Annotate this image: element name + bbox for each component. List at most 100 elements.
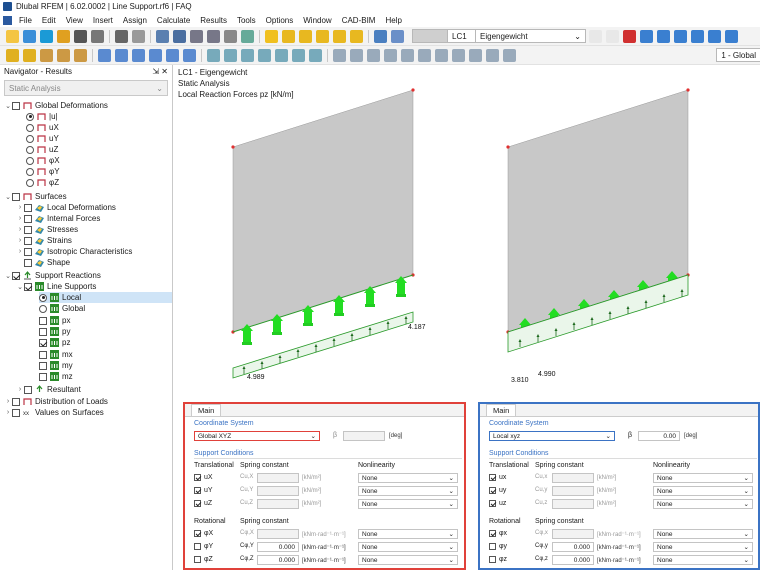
tree-line-supports[interactable]: ⌄ Line Supports xyxy=(16,281,96,292)
checkbox[interactable] xyxy=(24,236,32,245)
radio[interactable] xyxy=(26,178,34,187)
tab-main[interactable]: Main xyxy=(191,404,222,416)
mesh-icon[interactable] xyxy=(183,48,196,62)
phix-checkbox[interactable] xyxy=(489,530,496,537)
collapse-icon[interactable]: ⌄ xyxy=(16,283,24,291)
values-icon[interactable] xyxy=(674,29,687,43)
next-icon[interactable] xyxy=(606,29,619,43)
tree-shape[interactable]: Shape xyxy=(16,257,70,268)
radio[interactable] xyxy=(26,112,34,121)
lc-id[interactable]: LC1 xyxy=(448,29,476,43)
tree-u[interactable]: |u| xyxy=(26,111,58,122)
uz-nonlinearity-select[interactable]: None ⌄ xyxy=(653,499,753,509)
section-icon[interactable] xyxy=(708,29,721,43)
ux-checkbox[interactable] xyxy=(194,474,201,481)
expand-icon[interactable]: › xyxy=(16,248,24,255)
workplane-icon[interactable] xyxy=(384,48,397,62)
checkbox[interactable] xyxy=(12,397,20,406)
tree-distribution[interactable]: › Distribution of Loads xyxy=(4,396,108,407)
combinations-icon[interactable] xyxy=(391,29,404,43)
clipping-icon[interactable] xyxy=(401,48,414,62)
uy-nonlinearity-select[interactable]: None ⌄ xyxy=(653,486,753,496)
previous-icon[interactable] xyxy=(589,29,602,43)
phiz-checkbox[interactable] xyxy=(489,556,496,563)
uz-checkbox[interactable] xyxy=(194,500,201,507)
guide-icon[interactable] xyxy=(350,29,363,43)
tree-internal-forces[interactable]: › Internal Forces xyxy=(16,213,100,224)
ux-nonlinearity-select[interactable]: None ⌄ xyxy=(653,473,753,483)
phiy-nonlinearity-select[interactable]: None ⌄ xyxy=(653,542,753,552)
results-display-icon[interactable] xyxy=(657,29,670,43)
load-icon[interactable] xyxy=(149,48,162,62)
pin-icon[interactable]: ⇲ xyxy=(152,67,159,76)
radio[interactable] xyxy=(26,145,34,154)
phiz-nonlinearity-select[interactable]: None ⌄ xyxy=(358,555,458,565)
menu-insert[interactable]: Insert xyxy=(88,16,118,25)
checkbox[interactable] xyxy=(39,361,47,370)
expand-icon[interactable]: › xyxy=(16,215,24,222)
tree-mz[interactable]: mz xyxy=(39,371,73,382)
checkbox[interactable] xyxy=(39,372,47,381)
view-z-icon[interactable] xyxy=(241,48,254,62)
tree-surfaces[interactable]: ⌄ Surfaces xyxy=(4,191,67,202)
radio[interactable] xyxy=(26,134,34,143)
menu-view[interactable]: View xyxy=(61,16,88,25)
grid-icon[interactable] xyxy=(333,48,346,62)
checkbox[interactable] xyxy=(39,316,47,325)
tree-global-deformations[interactable]: ⌄ Global Deformations xyxy=(4,100,108,111)
uz-checkbox[interactable] xyxy=(489,500,496,507)
radio[interactable] xyxy=(26,167,34,176)
print-icon[interactable] xyxy=(91,29,104,43)
tree-uz[interactable]: uZ xyxy=(26,144,58,155)
coordinate-system-select[interactable]: Global XYZ ⌄ xyxy=(194,431,320,441)
checkbox[interactable] xyxy=(12,408,20,417)
dimension-icon[interactable] xyxy=(435,48,448,62)
phiz-checkbox[interactable] xyxy=(194,556,201,563)
table-icon[interactable] xyxy=(173,29,186,43)
layer-icon[interactable] xyxy=(503,48,516,62)
undo-icon[interactable] xyxy=(115,29,128,43)
expand-icon[interactable]: › xyxy=(4,398,12,405)
checkbox[interactable] xyxy=(39,350,47,359)
tree-my[interactable]: my xyxy=(39,360,73,371)
navigator-combo[interactable]: Static Analysis ⌄ xyxy=(4,80,168,96)
redo-icon[interactable] xyxy=(132,29,145,43)
menu-edit[interactable]: Edit xyxy=(37,16,61,25)
tab-main[interactable]: Main xyxy=(486,404,517,416)
tree-local-deformations[interactable]: › Local Deformations xyxy=(16,202,116,213)
model-viewport[interactable]: LC1 - Eigengewicht Static Analysis Local… xyxy=(174,65,760,570)
node-icon[interactable] xyxy=(6,48,19,62)
zoom-icon[interactable] xyxy=(333,29,346,43)
checkbox[interactable] xyxy=(39,327,47,336)
expand-icon[interactable]: › xyxy=(16,386,24,393)
phiz-nonlinearity-select[interactable]: None ⌄ xyxy=(653,555,753,565)
coordinate-icon[interactable] xyxy=(367,48,380,62)
expand-icon[interactable]: › xyxy=(16,226,24,233)
panel-icon[interactable] xyxy=(190,29,203,43)
folder-icon[interactable] xyxy=(57,29,70,43)
beta-input[interactable] xyxy=(343,431,385,441)
tree-phiy[interactable]: φY xyxy=(26,166,60,177)
menu-assign[interactable]: Assign xyxy=(118,16,152,25)
scale-icon[interactable] xyxy=(725,29,738,43)
checkbox[interactable] xyxy=(24,385,32,394)
expand-icon[interactable]: › xyxy=(4,409,12,416)
checkbox[interactable] xyxy=(24,247,32,256)
line-icon[interactable] xyxy=(23,48,36,62)
phiy-checkbox[interactable] xyxy=(194,543,201,550)
display-icon[interactable] xyxy=(640,29,653,43)
load-case-icon[interactable] xyxy=(374,29,387,43)
checkbox[interactable] xyxy=(39,338,47,347)
phiy-checkbox[interactable] xyxy=(489,543,496,550)
guideline-icon[interactable] xyxy=(469,48,482,62)
coordinate-system-select[interactable]: 1 - Global xyxy=(716,48,760,62)
report-icon[interactable] xyxy=(224,29,237,43)
menu-calculate[interactable]: Calculate xyxy=(152,16,195,25)
results-icon[interactable] xyxy=(241,29,254,43)
menu-window[interactable]: Window xyxy=(298,16,336,25)
checkbox[interactable] xyxy=(12,271,20,280)
tree-global[interactable]: Global xyxy=(39,303,85,314)
collapse-icon[interactable]: ⌄ xyxy=(4,272,12,280)
tree-local[interactable]: Local xyxy=(39,292,172,303)
menu-tools[interactable]: Tools xyxy=(232,16,261,25)
